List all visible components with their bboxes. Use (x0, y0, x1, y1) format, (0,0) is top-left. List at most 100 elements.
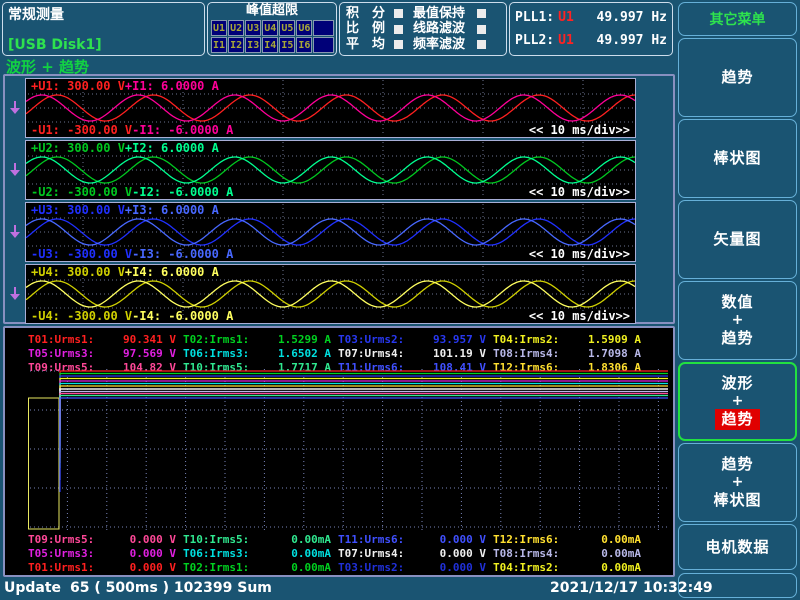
pll-label: PLL2: (515, 33, 554, 48)
time-per-div-label: << 10 ms/div>> (529, 309, 630, 323)
voltage-range-label: +U4: 300.00 V (31, 265, 125, 279)
trend-item-name: T05:Urms3: (28, 347, 94, 360)
trend-item-name: T01:Urms1: (28, 561, 94, 574)
trend-item-name: T07:Urms4: (338, 347, 404, 360)
current-range-label: +I3: 6.0000 A (125, 203, 219, 217)
pll-panel: PLL1:U149.997 HzPLL2:U149.997 Hz (509, 2, 673, 56)
waveform-channel-2: +U2: 300.00 V+I2: 6.0000 A-U2: -300.00 V… (25, 140, 636, 200)
trend-item-name: T04:Irms2: (493, 333, 559, 346)
trend-item-value: 101.19 V (433, 347, 486, 360)
waveform-channel-4: +U4: 300.00 V+I4: 6.0000 A -U4: -300.00 V… (25, 264, 636, 324)
trend-item-name: T06:Irms3: (183, 547, 249, 560)
menu-item-label: 棒状图 (713, 490, 761, 511)
checkbox-icon[interactable] (394, 9, 403, 18)
peak-cell-blank (313, 37, 333, 53)
current-range-label: +I4: 6.0000 A (125, 265, 219, 279)
voltage-range-label: -U3: -300.00 V (31, 247, 132, 261)
toggle-row: 平 均频率滤波 (346, 38, 500, 52)
toggle-row: 积 分 最值保持 (346, 7, 500, 21)
peak-cell-u4: U4 (262, 20, 278, 36)
sidebar-item-waveform-trend[interactable]: 波形+趋势 (678, 362, 797, 441)
trend-item-value: 0.00mA (601, 561, 641, 574)
peak-cell-u2: U2 (228, 20, 244, 36)
peak-overlimit-title: 峰值超限 (208, 3, 336, 19)
trend-legend-item: T10:Irms5:0.00mA (183, 533, 331, 546)
checkbox-icon[interactable] (394, 40, 403, 49)
trend-item-name: T06:Irms3: (183, 347, 249, 360)
menu-item-label: 矢量图 (713, 229, 761, 250)
trend-legend-item: T12:Irms6:0.00mA (493, 533, 641, 546)
peak-cell-i2: I2 (228, 37, 244, 53)
trend-legend-item: T08:Irms4:0.00mA (493, 547, 641, 560)
trend-legend-item: T04:Irms2: 0.00mA (493, 561, 641, 574)
peak-overlimit-panel: 峰值超限 U1U2U3U4U5U6I1I2I3I4I5I6 (207, 2, 337, 56)
usb-storage-label: [USB Disk1] (8, 37, 102, 53)
sidebar-item-motor-data[interactable]: 电机数据 (678, 524, 797, 570)
channel-bottom-label: -U4: -300.00 V-I4: -6.0000 A (31, 309, 233, 323)
trend-trace (60, 392, 668, 447)
toggle-label: 积 分 (346, 7, 394, 21)
plus-icon: + (732, 313, 744, 328)
menu-item-label: 趋势 (721, 328, 753, 349)
sidebar-item-bar-chart[interactable]: 棒状图 (678, 119, 797, 198)
trend-item-name: T07:Urms4: (338, 547, 404, 560)
trend-legend-item: T02:Irms1:1.5299 A (183, 333, 331, 346)
checkbox-icon[interactable] (394, 25, 403, 34)
trend-item-name: T10:Irms5: (183, 533, 249, 546)
trend-legend-item: T08:Irms4: 1.7098 A (493, 347, 641, 360)
peak-cell-u6: U6 (296, 20, 312, 36)
trend-item-value: 0.00mA (601, 547, 641, 560)
peak-cell-i1: I1 (211, 37, 227, 53)
current-range-label: -I1: -6.0000 A (132, 123, 233, 137)
plus-icon: + (732, 475, 744, 490)
pll-source: U1 (558, 10, 574, 25)
pll-frequency: 49.997 Hz (597, 33, 667, 48)
voltage-range-label: -U2: -300.00 V (31, 185, 132, 199)
channel-top-label: +U1: 300.00 V+I1: 6.0000 A (31, 79, 219, 93)
peak-row: I1I2I3I4I5I6 (211, 37, 334, 53)
trend-legend-item: T07:Urms4: 101.19 V (338, 347, 486, 360)
time-per-div-label: << 10 ms/div>> (529, 123, 630, 137)
trend-item-name: T05:Urms3: (28, 547, 94, 560)
trend-legend-item: T06:Irms3: 0.00mA (183, 547, 331, 560)
trend-cursor-box (29, 398, 60, 529)
voltage-range-label: -U4: -300.00 V (31, 309, 132, 323)
trend-item-name: T08:Irms4: (493, 347, 559, 360)
trend-item-value: 1.6502 A (278, 347, 331, 360)
sidebar-item-vector-diagram[interactable]: 矢量图 (678, 200, 797, 279)
checkbox-icon[interactable] (477, 40, 486, 49)
menu-item-label: 趋势 (721, 67, 753, 88)
checkbox-icon[interactable] (477, 25, 486, 34)
voltage-waveform (26, 95, 635, 121)
channel-top-label: +U3: 300.00 V+I3: 6.0000 A (31, 203, 219, 217)
current-range-label: -I3: -6.0000 A (132, 247, 233, 261)
peak-cell-i4: I4 (262, 37, 278, 53)
toggle-label: 最值保持 (413, 7, 477, 21)
trend-item-value: 0.00mA (291, 547, 331, 560)
trend-legend-item: T03:Urms2:0.000 V (338, 561, 486, 574)
sidebar-item-numeric-trend[interactable]: 数值+趋势 (678, 281, 797, 360)
trend-legend-item: T03:Urms2:93.957 V (338, 333, 486, 346)
waveform-panel: +U1: 300.00 V+I1: 6.0000 A-U1: -300.00 V… (3, 74, 675, 324)
trend-item-name: T11:Urms6: (338, 533, 404, 546)
waveform-channel-1: +U1: 300.00 V+I1: 6.0000 A-U1: -300.00 V… (25, 78, 636, 138)
trend-legend-item: T07:Urms4: 0.000 V (338, 547, 486, 560)
update-counter: 65 ( 500ms ) 102399 Sum (70, 580, 272, 596)
trend-item-value: 1.7098 A (588, 347, 641, 360)
trend-item-value: 93.957 V (433, 333, 486, 346)
trend-item-name: T04:Irms2: (493, 561, 559, 574)
peak-cell-i5: I5 (279, 37, 295, 53)
trend-item-value: 0.000 V (440, 547, 486, 560)
peak-cell-i6: I6 (296, 37, 312, 53)
checkbox-icon[interactable] (477, 9, 486, 18)
current-range-label: -I4: -6.0000 A (132, 309, 233, 323)
sidebar-item-trend[interactable]: 趋势 (678, 38, 797, 117)
trend-legend-item: T02:Irms1:0.00mA (183, 561, 331, 574)
measure-toggles-panel: 积 分最值保持比 例线路滤波平 均频率滤波 (339, 2, 507, 56)
sidebar-menu-title[interactable]: 其它菜单 (678, 2, 797, 36)
peak-cell-u5: U5 (279, 20, 295, 36)
trend-item-value: 1.5299 A (278, 333, 331, 346)
sidebar-item-trend-barchart[interactable]: 趋势+棒状图 (678, 443, 797, 522)
trend-legend-item: T06:Irms3: 1.6502 A (183, 347, 331, 360)
peak-cell-u3: U3 (245, 20, 261, 36)
